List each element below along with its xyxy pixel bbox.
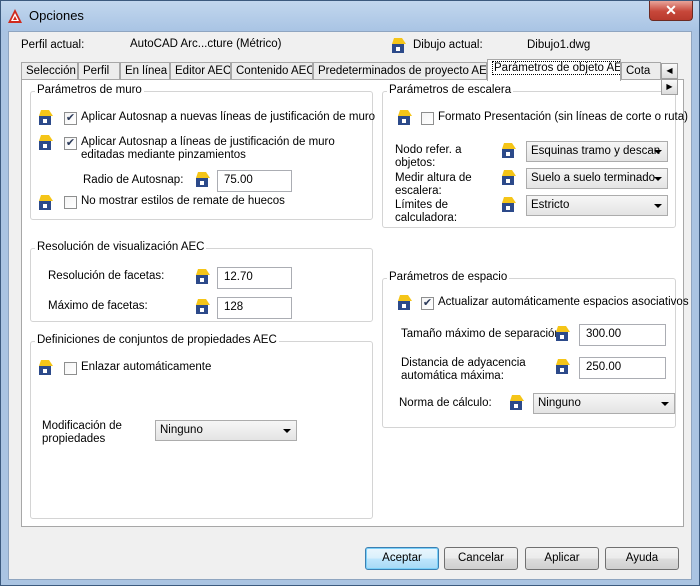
- node-ref-select[interactable]: Esquinas tramo y descan: [526, 141, 668, 162]
- autocad-logo-icon: [8, 9, 22, 23]
- drawing-label: Dibujo actual:: [413, 39, 483, 51]
- calc-norm-select[interactable]: Ninguno: [533, 393, 675, 414]
- tab-scroll-left-icon[interactable]: ◀: [661, 63, 678, 79]
- tab-strip: Selección Perfil En línea Editor AEC Con…: [21, 59, 679, 95]
- autosnap-edit-checkbox[interactable]: ✔: [64, 137, 77, 150]
- space-params-group: Parámetros de espacio ✔ Actualizar autom…: [382, 271, 689, 428]
- no-styles-checkbox[interactable]: [64, 196, 77, 209]
- drawing-setting-icon: [502, 170, 516, 185]
- adjacency-input[interactable]: 250.00: [579, 357, 666, 379]
- autosnap-new-checkbox[interactable]: ✔: [64, 112, 77, 125]
- node-ref-label-1: Nodo refer. a: [395, 144, 462, 156]
- stair-height-select[interactable]: Suelo a suelo terminado: [526, 168, 668, 189]
- drawing-setting-icon: [39, 110, 53, 125]
- tab-en-linea[interactable]: En línea: [120, 62, 170, 80]
- tab-parametros-objeto-aec[interactable]: Parámetros de objeto AEC: [487, 59, 621, 81]
- profile-label: Perfil actual:: [21, 39, 85, 51]
- drawing-setting-icon: [39, 360, 53, 375]
- propset-group: Definiciones de conjuntos de propiedades…: [30, 334, 373, 519]
- auto-attach-checkbox[interactable]: [64, 362, 77, 375]
- drawing-setting-icon: [196, 172, 210, 187]
- calc-limits-select[interactable]: Estricto: [526, 195, 668, 216]
- drawing-icon: [392, 38, 406, 53]
- autosnap-edit-label-2: editadas mediante pinzamientos: [81, 149, 246, 161]
- chevron-down-icon: [654, 204, 662, 208]
- tab-panel: Parámetros de muro ✔ Aplicar Autosnap a …: [21, 79, 689, 527]
- autosnap-radius-label: Radio de Autosnap:: [83, 174, 184, 186]
- chevron-down-icon: [661, 402, 669, 406]
- drawing-value: Dibujo1.dwg: [527, 39, 591, 51]
- dialog-body: Perfil actual: AutoCAD Arc...cture (Métr…: [8, 31, 692, 580]
- adjacency-label-1: Distancia de adyacencia: [401, 357, 526, 369]
- drawing-setting-icon: [39, 135, 53, 150]
- auto-update-spaces-label: Actualizar automáticamente espacios asoc…: [438, 296, 689, 308]
- tab-cota[interactable]: Cota: [621, 62, 661, 80]
- calc-norm-label: Norma de cálculo:: [399, 397, 492, 409]
- property-modification-label-2: propiedades: [42, 433, 106, 445]
- drawing-setting-icon: [398, 295, 412, 310]
- tab-editor-aec[interactable]: Editor AEC: [170, 62, 231, 80]
- window-title: Opciones: [29, 8, 84, 23]
- chevron-down-icon: [654, 150, 662, 154]
- drawing-setting-icon: [398, 110, 412, 125]
- autosnap-edit-label-1: Aplicar Autosnap a líneas de justificaci…: [81, 136, 335, 148]
- calc-limits-label-1: Límites de: [395, 199, 449, 211]
- node-ref-label-2: objetos:: [395, 157, 436, 169]
- cancel-button[interactable]: Cancelar: [444, 547, 518, 570]
- tab-seleccion[interactable]: Selección: [21, 62, 78, 80]
- display-resolution-group: Resolución de visualización AEC Resoluci…: [30, 241, 373, 322]
- tab-predeterminados-proyecto[interactable]: Predeterminados de proyecto AEC: [313, 62, 487, 80]
- adjacency-label-2: automática máxima:: [401, 370, 504, 382]
- drawing-setting-icon: [196, 299, 210, 314]
- display-resolution-title: Resolución de visualización AEC: [35, 241, 207, 253]
- apply-button[interactable]: Aplicar: [525, 547, 599, 570]
- tab-scroll: ◀▶: [661, 63, 679, 95]
- property-modification-label-1: Modificación de: [42, 420, 122, 432]
- drawing-setting-icon: [502, 197, 516, 212]
- space-params-title: Parámetros de espacio: [387, 271, 510, 283]
- title-bar: Opciones ✕: [1, 1, 699, 31]
- propset-title: Definiciones de conjuntos de propiedades…: [35, 334, 279, 346]
- tab-contenido-aec[interactable]: Contenido AEC: [231, 62, 313, 80]
- drawing-setting-icon: [502, 143, 516, 158]
- autosnap-radius-input[interactable]: 75.00: [217, 170, 292, 192]
- close-button[interactable]: ✕: [649, 1, 693, 21]
- auto-update-spaces-checkbox[interactable]: ✔: [421, 297, 434, 310]
- stair-height-label-1: Medir altura de: [395, 172, 472, 184]
- autosnap-new-label: Aplicar Autosnap a nuevas líneas de just…: [81, 111, 376, 123]
- max-separation-input[interactable]: 300.00: [579, 324, 666, 346]
- tab-scroll-right-icon[interactable]: ▶: [661, 79, 678, 95]
- options-dialog: Opciones ✕ Perfil actual: AutoCAD Arc...…: [0, 0, 700, 586]
- drawing-setting-icon: [510, 395, 524, 410]
- presentation-format-checkbox[interactable]: [421, 112, 434, 125]
- max-separation-label: Tamaño máximo de separación:: [401, 328, 564, 340]
- calc-limits-label-2: calculadora:: [395, 212, 458, 224]
- stair-params-group: Parámetros de escalera Formato Presentac…: [382, 84, 688, 228]
- presentation-format-label: Formato Presentación (sin líneas de cort…: [438, 111, 688, 123]
- no-styles-label: No mostrar estilos de remate de huecos: [81, 195, 285, 207]
- facet-resolution-input[interactable]: 12.70: [217, 267, 292, 289]
- wall-params-title: Parámetros de muro: [35, 84, 144, 96]
- property-modification-select[interactable]: Ninguno: [155, 420, 297, 441]
- stair-params-title: Parámetros de escalera: [387, 84, 514, 96]
- drawing-setting-icon: [39, 195, 53, 210]
- chevron-down-icon: [654, 177, 662, 181]
- tab-perfil[interactable]: Perfil: [78, 62, 120, 80]
- help-button[interactable]: Ayuda: [605, 547, 679, 570]
- facet-resolution-label: Resolución de facetas:: [48, 270, 165, 282]
- drawing-setting-icon: [556, 326, 570, 341]
- accept-button[interactable]: Aceptar: [365, 547, 439, 570]
- drawing-setting-icon: [196, 269, 210, 284]
- facet-max-input[interactable]: 128: [217, 297, 292, 319]
- auto-attach-label: Enlazar automáticamente: [81, 361, 212, 373]
- chevron-down-icon: [283, 429, 291, 433]
- drawing-setting-icon: [556, 359, 570, 374]
- facet-max-label: Máximo de facetas:: [48, 300, 148, 312]
- profile-value: AutoCAD Arc...cture (Métrico): [130, 38, 282, 50]
- stair-height-label-2: escalera:: [395, 185, 442, 197]
- wall-params-group: Parámetros de muro ✔ Aplicar Autosnap a …: [30, 84, 376, 220]
